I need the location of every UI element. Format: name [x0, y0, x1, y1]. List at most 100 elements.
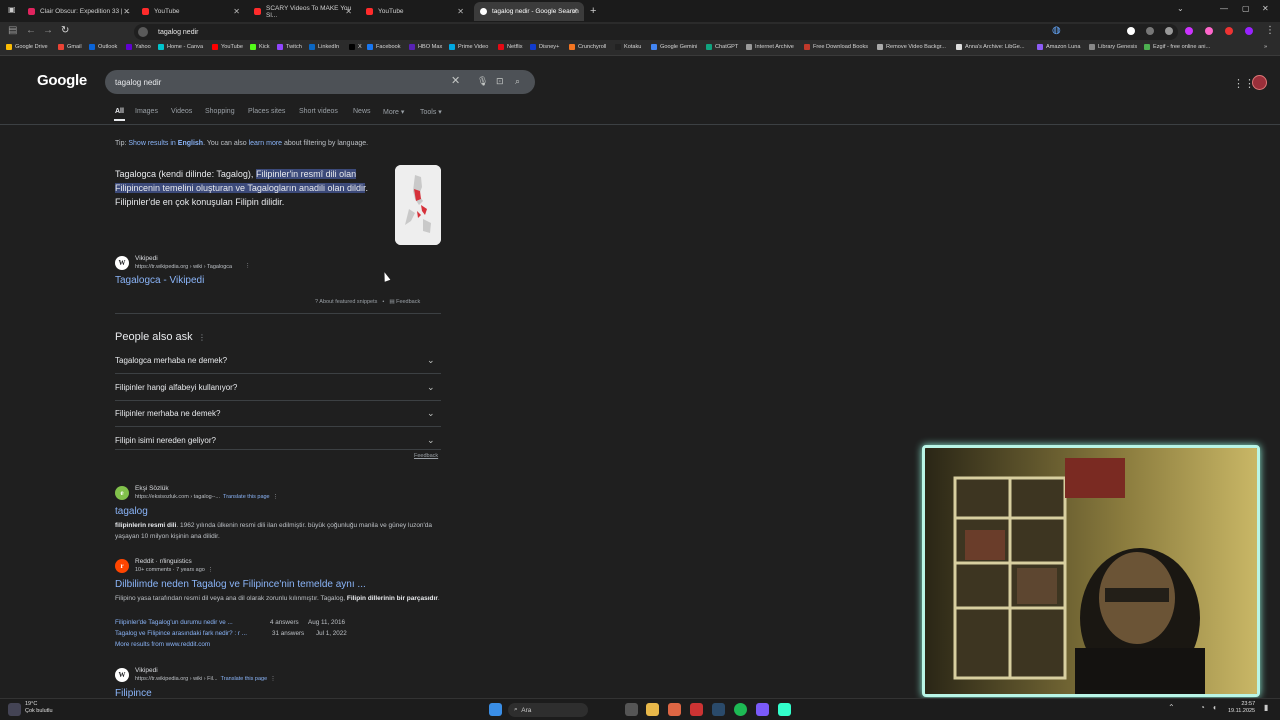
- notification-icon[interactable]: ▮: [1264, 703, 1277, 716]
- more-results-link[interactable]: More results from www.reddit.com: [115, 641, 210, 648]
- app-icon[interactable]: [690, 703, 703, 716]
- extension-icon[interactable]: [1205, 27, 1213, 35]
- result-title[interactable]: Dilbilimde neden Tagalog ve Filipince'ni…: [115, 579, 366, 590]
- bookmark-yahoo[interactable]: Yahoo: [126, 44, 151, 50]
- tab-search-icon[interactable]: ⌄: [1177, 4, 1184, 13]
- bookmark-gemini[interactable]: Google Gemini: [651, 44, 697, 50]
- extension-icon[interactable]: [1225, 27, 1233, 35]
- sidebar-toggle-icon[interactable]: ▤: [8, 25, 17, 36]
- opera-gx-icon[interactable]: [668, 703, 681, 716]
- volume-icon[interactable]: ◖: [1212, 703, 1225, 716]
- bookmark-remove-bg[interactable]: Remove Video Backgr...: [877, 44, 946, 50]
- close-window-button[interactable]: ✕: [1262, 4, 1269, 13]
- app-icon[interactable]: [778, 703, 791, 716]
- bookmark-chatgpt[interactable]: ChatGPT: [706, 44, 738, 50]
- tab-news[interactable]: News: [353, 108, 371, 115]
- browser-tab-active[interactable]: tagalog nedir - Google Search ✕: [474, 2, 584, 21]
- url-field[interactable]: tagalog nedir: [134, 24, 1178, 40]
- source-url[interactable]: https://tr.wikipedia.org › wiki › Tagalo…: [135, 264, 232, 270]
- sub-result-link[interactable]: Tagalog ve Filipince arasındaki fark ned…: [115, 630, 247, 637]
- new-tab-button[interactable]: +: [590, 5, 596, 17]
- tab-shopping[interactable]: Shopping: [205, 108, 235, 115]
- bookmark-amazon-luna[interactable]: Amazon Luna: [1037, 44, 1081, 50]
- bookmark-library-genesis[interactable]: Library Genesis: [1089, 44, 1137, 50]
- bookmark-linkedin[interactable]: LinkedIn: [309, 44, 339, 50]
- bookmark-hbo-max[interactable]: HBO Max: [409, 44, 442, 50]
- bookmark-google-drive[interactable]: Google Drive: [6, 44, 48, 50]
- back-button[interactable]: ←: [26, 25, 36, 36]
- spotify-icon[interactable]: [734, 703, 747, 716]
- translate-icon[interactable]: ◍: [1052, 25, 1061, 36]
- bookmark-free-download-books[interactable]: Free Download Books: [804, 44, 868, 50]
- feedback-link[interactable]: Feedback: [396, 299, 420, 305]
- result-title[interactable]: tagalog: [115, 506, 148, 517]
- menu-icon[interactable]: ⋮: [1265, 25, 1275, 36]
- reload-button[interactable]: ↻: [61, 25, 69, 36]
- close-icon[interactable]: ✕: [457, 7, 464, 16]
- bookmark-outlook[interactable]: Outlook: [89, 44, 117, 50]
- site-info-icon[interactable]: [138, 27, 148, 37]
- avatar[interactable]: [1252, 75, 1267, 90]
- file-explorer-icon[interactable]: [646, 703, 659, 716]
- taskbar-search[interactable]: ⌕ Ara: [508, 703, 588, 717]
- tab-more[interactable]: More ▾: [383, 108, 404, 116]
- bookmark-kotaku[interactable]: Kotaku: [615, 44, 641, 50]
- featured-result-title[interactable]: Tagalogca - Vikipedi: [115, 275, 204, 286]
- browser-tab[interactable]: YouTube ✕: [136, 2, 246, 21]
- chevron-down-icon[interactable]: ⌄: [427, 435, 435, 446]
- translate-link[interactable]: Translate this page: [223, 494, 270, 500]
- bookmark-ezgif[interactable]: Ezgif - free online ani...: [1144, 44, 1210, 50]
- bookmark-prime-video[interactable]: Prime Video: [449, 44, 488, 50]
- maximize-button[interactable]: ▢: [1242, 4, 1250, 13]
- clear-icon[interactable]: ✕: [451, 74, 460, 87]
- bookmark-twitch[interactable]: Twitch: [277, 44, 302, 50]
- show-english-link[interactable]: Show results in: [128, 140, 175, 147]
- search-icon[interactable]: ⌕: [515, 76, 520, 87]
- paa-feedback-link[interactable]: Feedback: [414, 453, 438, 459]
- tab-places[interactable]: Places sites: [248, 108, 285, 115]
- source-url[interactable]: https://tr.wikipedia.org › wiki › Fil...…: [135, 676, 276, 682]
- learn-more-link[interactable]: learn more: [249, 140, 282, 147]
- close-icon[interactable]: ✕: [233, 7, 240, 16]
- browser-tab[interactable]: Clair Obscur: Expedition 33 | ... ✕: [22, 2, 136, 21]
- tab-tools[interactable]: Tools ▾: [420, 108, 442, 116]
- tab-all[interactable]: All: [115, 108, 124, 115]
- bookmark-internet-archive[interactable]: Internet Archive: [746, 44, 794, 50]
- source-url[interactable]: https://eksisozluk.com › tagalog--... Tr…: [135, 494, 278, 500]
- chevron-down-icon[interactable]: ⌄: [427, 408, 435, 419]
- task-view-icon[interactable]: [625, 703, 638, 716]
- more-options-icon[interactable]: ⋮: [245, 263, 251, 269]
- close-icon[interactable]: ✕: [571, 7, 578, 16]
- chevron-down-icon[interactable]: ⌄: [427, 355, 435, 366]
- bookmark-facebook[interactable]: Facebook: [367, 44, 401, 50]
- close-icon[interactable]: ✕: [123, 7, 130, 16]
- paa-question[interactable]: Filipin isimi nereden geliyor?: [115, 436, 216, 445]
- browser-tab[interactable]: SCARY Videos To MAKE You Sl... ✕: [248, 2, 358, 21]
- bookmark-kick[interactable]: Kick: [250, 44, 270, 50]
- bookmark-canva[interactable]: Home - Canva: [158, 44, 203, 50]
- bookmark-netflix[interactable]: Netflix: [498, 44, 523, 50]
- forward-button[interactable]: →: [43, 25, 53, 36]
- translate-link[interactable]: Translate this page: [221, 676, 268, 682]
- paa-question[interactable]: Filipinler merhaba ne demek?: [115, 409, 220, 418]
- sub-result-link[interactable]: Filipinler'de Tagalog'un durumu nedir ve…: [115, 619, 233, 626]
- tab-videos[interactable]: Videos: [171, 108, 192, 115]
- philippines-map-image[interactable]: [395, 165, 441, 245]
- bookmark-disney[interactable]: Disney+: [530, 44, 559, 50]
- more-bookmarks-icon[interactable]: »: [1264, 44, 1267, 50]
- close-icon[interactable]: ✕: [345, 7, 352, 16]
- bookmark-x[interactable]: X: [349, 44, 362, 50]
- bookmark-youtube[interactable]: YouTube: [212, 44, 243, 50]
- extension-icon[interactable]: [1185, 27, 1193, 35]
- bookmark-annas-archive[interactable]: Anna's Archive: LibGe...: [956, 44, 1025, 50]
- search-input[interactable]: tagalog nedir ✕ 🎙︎ ⊡ ⌕: [105, 70, 535, 94]
- chevron-down-icon[interactable]: ⌄: [427, 382, 435, 393]
- weather-icon[interactable]: [8, 703, 21, 716]
- steam-icon[interactable]: [712, 703, 725, 716]
- chevron-up-icon[interactable]: ⌃: [1168, 703, 1181, 716]
- english-link[interactable]: English: [178, 140, 203, 147]
- discord-icon[interactable]: [756, 703, 769, 716]
- google-logo[interactable]: Google: [37, 72, 87, 89]
- lens-icon[interactable]: ⊡: [496, 76, 504, 87]
- extension-icon[interactable]: [1127, 27, 1135, 35]
